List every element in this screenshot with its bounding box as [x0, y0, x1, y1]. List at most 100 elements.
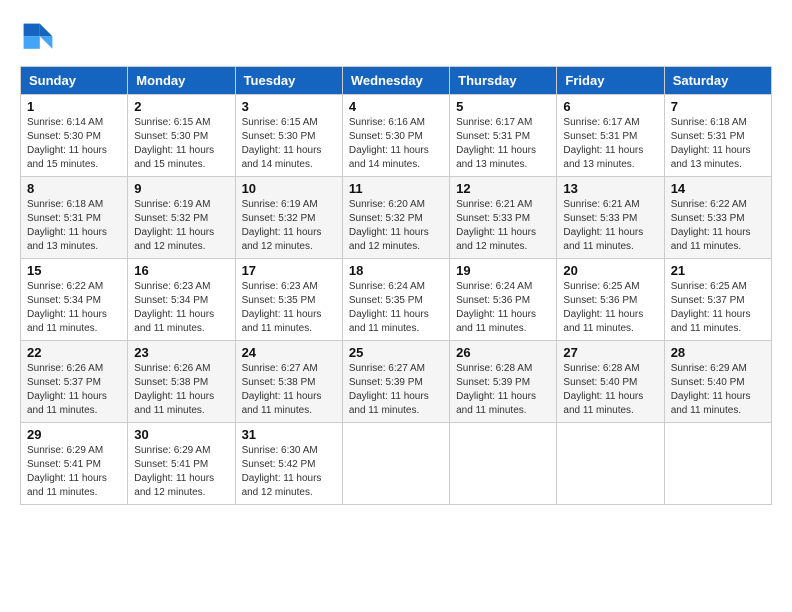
- day-number: 29: [27, 427, 121, 442]
- day-number: 28: [671, 345, 765, 360]
- day-info: Sunrise: 6:18 AM Sunset: 5:31 PM Dayligh…: [671, 116, 765, 172]
- day-info: Sunrise: 6:25 AM Sunset: 5:36 PM Dayligh…: [563, 280, 657, 336]
- calendar-cell: 17 Sunrise: 6:23 AM Sunset: 5:35 PM Dayl…: [235, 259, 342, 341]
- calendar-cell: 21 Sunrise: 6:25 AM Sunset: 5:37 PM Dayl…: [664, 259, 771, 341]
- day-number: 1: [27, 99, 121, 114]
- day-number: 8: [27, 181, 121, 196]
- day-number: 26: [456, 345, 550, 360]
- day-info: Sunrise: 6:26 AM Sunset: 5:37 PM Dayligh…: [27, 362, 121, 418]
- calendar-cell: 9 Sunrise: 6:19 AM Sunset: 5:32 PM Dayli…: [128, 177, 235, 259]
- calendar-cell: 1 Sunrise: 6:14 AM Sunset: 5:30 PM Dayli…: [21, 95, 128, 177]
- calendar-cell: 6 Sunrise: 6:17 AM Sunset: 5:31 PM Dayli…: [557, 95, 664, 177]
- day-info: Sunrise: 6:29 AM Sunset: 5:41 PM Dayligh…: [27, 444, 121, 500]
- day-info: Sunrise: 6:28 AM Sunset: 5:40 PM Dayligh…: [563, 362, 657, 418]
- calendar-cell: 26 Sunrise: 6:28 AM Sunset: 5:39 PM Dayl…: [450, 341, 557, 423]
- day-info: Sunrise: 6:15 AM Sunset: 5:30 PM Dayligh…: [242, 116, 336, 172]
- logo-icon: [20, 20, 56, 56]
- header-day-thursday: Thursday: [450, 67, 557, 95]
- day-info: Sunrise: 6:27 AM Sunset: 5:39 PM Dayligh…: [349, 362, 443, 418]
- day-info: Sunrise: 6:20 AM Sunset: 5:32 PM Dayligh…: [349, 198, 443, 254]
- day-info: Sunrise: 6:29 AM Sunset: 5:40 PM Dayligh…: [671, 362, 765, 418]
- day-info: Sunrise: 6:26 AM Sunset: 5:38 PM Dayligh…: [134, 362, 228, 418]
- day-number: 20: [563, 263, 657, 278]
- day-number: 14: [671, 181, 765, 196]
- calendar-cell: [450, 423, 557, 505]
- day-info: Sunrise: 6:23 AM Sunset: 5:34 PM Dayligh…: [134, 280, 228, 336]
- day-number: 6: [563, 99, 657, 114]
- day-info: Sunrise: 6:27 AM Sunset: 5:38 PM Dayligh…: [242, 362, 336, 418]
- day-number: 23: [134, 345, 228, 360]
- day-number: 9: [134, 181, 228, 196]
- calendar-cell: 4 Sunrise: 6:16 AM Sunset: 5:30 PM Dayli…: [342, 95, 449, 177]
- calendar: SundayMondayTuesdayWednesdayThursdayFrid…: [20, 66, 772, 505]
- calendar-cell: 31 Sunrise: 6:30 AM Sunset: 5:42 PM Dayl…: [235, 423, 342, 505]
- day-number: 11: [349, 181, 443, 196]
- calendar-cell: 27 Sunrise: 6:28 AM Sunset: 5:40 PM Dayl…: [557, 341, 664, 423]
- day-info: Sunrise: 6:17 AM Sunset: 5:31 PM Dayligh…: [563, 116, 657, 172]
- day-number: 17: [242, 263, 336, 278]
- day-info: Sunrise: 6:14 AM Sunset: 5:30 PM Dayligh…: [27, 116, 121, 172]
- calendar-cell: 3 Sunrise: 6:15 AM Sunset: 5:30 PM Dayli…: [235, 95, 342, 177]
- day-info: Sunrise: 6:18 AM Sunset: 5:31 PM Dayligh…: [27, 198, 121, 254]
- header-day-sunday: Sunday: [21, 67, 128, 95]
- calendar-cell: 7 Sunrise: 6:18 AM Sunset: 5:31 PM Dayli…: [664, 95, 771, 177]
- calendar-cell: [557, 423, 664, 505]
- week-row-4: 22 Sunrise: 6:26 AM Sunset: 5:37 PM Dayl…: [21, 341, 772, 423]
- calendar-cell: 13 Sunrise: 6:21 AM Sunset: 5:33 PM Dayl…: [557, 177, 664, 259]
- day-number: 13: [563, 181, 657, 196]
- header-day-wednesday: Wednesday: [342, 67, 449, 95]
- day-info: Sunrise: 6:22 AM Sunset: 5:34 PM Dayligh…: [27, 280, 121, 336]
- day-number: 31: [242, 427, 336, 442]
- calendar-cell: 16 Sunrise: 6:23 AM Sunset: 5:34 PM Dayl…: [128, 259, 235, 341]
- day-number: 21: [671, 263, 765, 278]
- week-row-3: 15 Sunrise: 6:22 AM Sunset: 5:34 PM Dayl…: [21, 259, 772, 341]
- day-number: 22: [27, 345, 121, 360]
- calendar-cell: 15 Sunrise: 6:22 AM Sunset: 5:34 PM Dayl…: [21, 259, 128, 341]
- calendar-cell: [664, 423, 771, 505]
- calendar-cell: 20 Sunrise: 6:25 AM Sunset: 5:36 PM Dayl…: [557, 259, 664, 341]
- calendar-cell: 8 Sunrise: 6:18 AM Sunset: 5:31 PM Dayli…: [21, 177, 128, 259]
- header-day-tuesday: Tuesday: [235, 67, 342, 95]
- calendar-cell: 14 Sunrise: 6:22 AM Sunset: 5:33 PM Dayl…: [664, 177, 771, 259]
- week-row-5: 29 Sunrise: 6:29 AM Sunset: 5:41 PM Dayl…: [21, 423, 772, 505]
- day-number: 16: [134, 263, 228, 278]
- page-header: [20, 20, 772, 56]
- day-info: Sunrise: 6:16 AM Sunset: 5:30 PM Dayligh…: [349, 116, 443, 172]
- calendar-body: 1 Sunrise: 6:14 AM Sunset: 5:30 PM Dayli…: [21, 95, 772, 505]
- calendar-cell: 25 Sunrise: 6:27 AM Sunset: 5:39 PM Dayl…: [342, 341, 449, 423]
- calendar-cell: 28 Sunrise: 6:29 AM Sunset: 5:40 PM Dayl…: [664, 341, 771, 423]
- calendar-cell: 24 Sunrise: 6:27 AM Sunset: 5:38 PM Dayl…: [235, 341, 342, 423]
- week-row-2: 8 Sunrise: 6:18 AM Sunset: 5:31 PM Dayli…: [21, 177, 772, 259]
- calendar-header-row: SundayMondayTuesdayWednesdayThursdayFrid…: [21, 67, 772, 95]
- calendar-cell: 30 Sunrise: 6:29 AM Sunset: 5:41 PM Dayl…: [128, 423, 235, 505]
- day-info: Sunrise: 6:29 AM Sunset: 5:41 PM Dayligh…: [134, 444, 228, 500]
- day-number: 15: [27, 263, 121, 278]
- day-number: 3: [242, 99, 336, 114]
- header-day-friday: Friday: [557, 67, 664, 95]
- day-info: Sunrise: 6:24 AM Sunset: 5:36 PM Dayligh…: [456, 280, 550, 336]
- day-number: 10: [242, 181, 336, 196]
- calendar-cell: 11 Sunrise: 6:20 AM Sunset: 5:32 PM Dayl…: [342, 177, 449, 259]
- calendar-cell: 10 Sunrise: 6:19 AM Sunset: 5:32 PM Dayl…: [235, 177, 342, 259]
- logo: [20, 20, 60, 56]
- calendar-cell: 19 Sunrise: 6:24 AM Sunset: 5:36 PM Dayl…: [450, 259, 557, 341]
- calendar-cell: 23 Sunrise: 6:26 AM Sunset: 5:38 PM Dayl…: [128, 341, 235, 423]
- day-number: 4: [349, 99, 443, 114]
- header-day-monday: Monday: [128, 67, 235, 95]
- day-info: Sunrise: 6:24 AM Sunset: 5:35 PM Dayligh…: [349, 280, 443, 336]
- calendar-cell: 12 Sunrise: 6:21 AM Sunset: 5:33 PM Dayl…: [450, 177, 557, 259]
- calendar-cell: 2 Sunrise: 6:15 AM Sunset: 5:30 PM Dayli…: [128, 95, 235, 177]
- day-number: 5: [456, 99, 550, 114]
- day-info: Sunrise: 6:19 AM Sunset: 5:32 PM Dayligh…: [242, 198, 336, 254]
- day-number: 7: [671, 99, 765, 114]
- day-number: 27: [563, 345, 657, 360]
- day-number: 18: [349, 263, 443, 278]
- day-number: 30: [134, 427, 228, 442]
- day-info: Sunrise: 6:30 AM Sunset: 5:42 PM Dayligh…: [242, 444, 336, 500]
- day-info: Sunrise: 6:23 AM Sunset: 5:35 PM Dayligh…: [242, 280, 336, 336]
- day-info: Sunrise: 6:19 AM Sunset: 5:32 PM Dayligh…: [134, 198, 228, 254]
- week-row-1: 1 Sunrise: 6:14 AM Sunset: 5:30 PM Dayli…: [21, 95, 772, 177]
- calendar-cell: [342, 423, 449, 505]
- header-day-saturday: Saturday: [664, 67, 771, 95]
- calendar-cell: 29 Sunrise: 6:29 AM Sunset: 5:41 PM Dayl…: [21, 423, 128, 505]
